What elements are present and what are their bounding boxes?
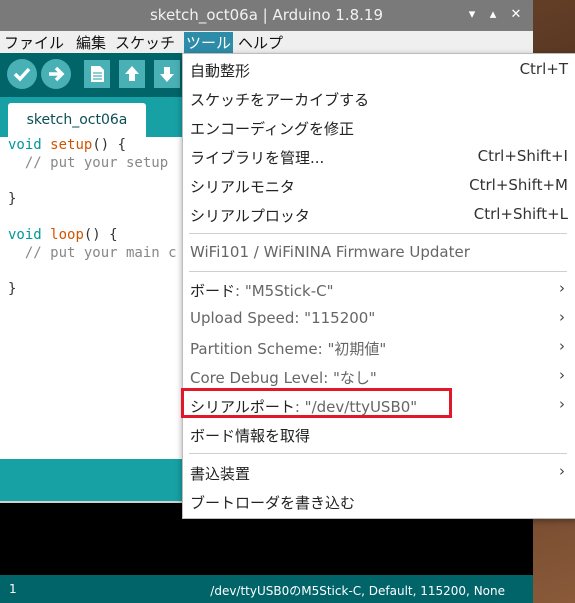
keyword-void: void	[8, 137, 51, 153]
menu-item-label: ボード情報を取得	[190, 427, 311, 445]
function-loop: loop	[50, 227, 84, 243]
menu-item-label: 書込装置	[190, 465, 251, 483]
tab-sketch[interactable]: sketch_oct06a	[8, 103, 146, 137]
menu-item-wifi-firmware-updater[interactable]: WiFi101 / WiFiNINA Firmware Updater	[183, 238, 574, 267]
menu-item-get-board-info[interactable]: ボード情報を取得	[183, 420, 574, 449]
serial-port-highlight-box	[181, 388, 452, 418]
chevron-right-icon: ›	[559, 279, 565, 297]
menu-bar: ファイル 編集 スケッチ ツール ヘルプ	[0, 31, 533, 53]
code-line-1: void setup() {	[8, 137, 126, 153]
menu-item-archive-sketch[interactable]: スケッチをアーカイブする	[183, 84, 574, 113]
new-document-icon[interactable]	[84, 60, 110, 88]
menu-help[interactable]: ヘルプ	[238, 32, 283, 53]
menu-item-label: ライブラリを管理...	[190, 149, 325, 167]
menu-item-shortcut: Ctrl+Shift+M	[469, 176, 568, 194]
menu-item-burn-bootloader[interactable]: ブートローダを書き込む	[183, 487, 574, 516]
minimize-button[interactable]: ▾	[464, 6, 480, 24]
open-arrow-up-icon[interactable]	[119, 60, 145, 88]
footer-bar: 1 /dev/ttyUSB0のM5Stick-C, Default, 11520…	[0, 575, 533, 603]
title-bar[interactable]: sketch_oct06a | Arduino 1.8.19 ▾ ▴ ✕	[0, 0, 533, 31]
menu-item-core-debug-level[interactable]: Core Debug Level: "なし" ›	[183, 362, 574, 391]
chevron-right-icon: ›	[559, 308, 565, 326]
menu-separator	[189, 271, 567, 272]
core-debug-label: Core Debug Level	[190, 369, 324, 387]
code-line-7: // put your main c	[8, 245, 177, 261]
core-debug-value: : "なし"	[323, 369, 377, 387]
line-number: 1	[9, 582, 17, 596]
partition-label: Partition Scheme	[190, 340, 318, 358]
code-punctuation: () {	[83, 227, 118, 243]
function-setup: setup	[50, 137, 93, 153]
menu-item-shortcut: Ctrl+T	[519, 60, 568, 78]
menu-tools[interactable]: ツール	[184, 32, 234, 53]
menu-item-partition-scheme[interactable]: Partition Scheme: "初期値" ›	[183, 333, 574, 362]
code-line-6: void loop() {	[8, 227, 118, 243]
menu-separator	[189, 233, 567, 234]
chevron-right-icon: ›	[559, 462, 565, 480]
tools-menu: 自動整形 Ctrl+T スケッチをアーカイブする エンコーディングを修正 ライブ…	[182, 53, 575, 519]
upload-speed-label: Upload Speed	[190, 309, 295, 327]
keyword-void: void	[8, 227, 51, 243]
chevron-right-icon: ›	[559, 395, 565, 413]
menu-item-board[interactable]: ボード: "M5Stick-C" ›	[183, 275, 574, 304]
maximize-button[interactable]: ▴	[485, 6, 501, 24]
menu-item-manage-libraries[interactable]: ライブラリを管理... Ctrl+Shift+I	[183, 142, 574, 171]
menu-item-shortcut: Ctrl+Shift+I	[477, 147, 568, 165]
code-line-9: }	[8, 281, 17, 297]
code-line-4: }	[8, 191, 17, 207]
chevron-right-icon: ›	[559, 366, 565, 384]
menu-item-upload-speed[interactable]: Upload Speed: "115200" ›	[183, 304, 574, 333]
menu-file[interactable]: ファイル	[4, 32, 64, 53]
save-arrow-down-icon[interactable]	[154, 60, 180, 88]
partition-value: : "初期値"	[317, 340, 387, 358]
menu-sketch[interactable]: スケッチ	[115, 32, 175, 53]
menu-item-label: ブートローダを書き込む	[190, 494, 356, 512]
menu-item-label: エンコーディングを修正	[190, 120, 354, 138]
menu-item-label: 自動整形	[190, 62, 251, 80]
menu-item-serial-monitor[interactable]: シリアルモニタ Ctrl+Shift+M	[183, 171, 574, 200]
window-title: sketch_oct06a | Arduino 1.8.19	[149, 6, 384, 24]
check-icon[interactable]	[7, 59, 37, 89]
menu-item-label: シリアルモニタ	[190, 178, 295, 196]
menu-item-label: WiFi101 / WiFiNINA Firmware Updater	[190, 243, 470, 261]
menu-item-label: Partition Scheme: "初期値"	[190, 338, 386, 359]
board-label: ボード	[190, 282, 236, 300]
menu-item-label: シリアルプロッタ	[190, 207, 310, 225]
menu-item-programmer[interactable]: 書込装置 ›	[183, 458, 574, 487]
upload-speed-value: : "115200"	[294, 309, 376, 327]
code-line-2: // put your setup	[8, 155, 169, 171]
menu-edit[interactable]: 編集	[76, 32, 106, 53]
menu-item-label: スケッチをアーカイブする	[190, 91, 370, 109]
menu-separator	[189, 453, 567, 454]
menu-item-shortcut: Ctrl+Shift+L	[473, 205, 568, 223]
board-value: : "M5Stick-C"	[235, 282, 334, 300]
arrow-right-icon[interactable]	[41, 59, 71, 89]
board-port-info: /dev/ttyUSB0のM5Stick-C, Default, 115200,…	[210, 584, 505, 598]
menu-item-serial-plotter[interactable]: シリアルプロッタ Ctrl+Shift+L	[183, 200, 574, 229]
menu-item-label: ボード: "M5Stick-C"	[190, 280, 334, 301]
menu-item-fix-encoding[interactable]: エンコーディングを修正	[183, 113, 574, 142]
menu-item-label: Core Debug Level: "なし"	[190, 367, 377, 388]
code-punctuation: () {	[92, 137, 127, 153]
chevron-right-icon: ›	[559, 337, 565, 355]
menu-item-autoformat[interactable]: 自動整形 Ctrl+T	[183, 55, 574, 84]
close-button[interactable]: ✕	[508, 6, 524, 24]
menu-item-label: Upload Speed: "115200"	[190, 309, 375, 327]
